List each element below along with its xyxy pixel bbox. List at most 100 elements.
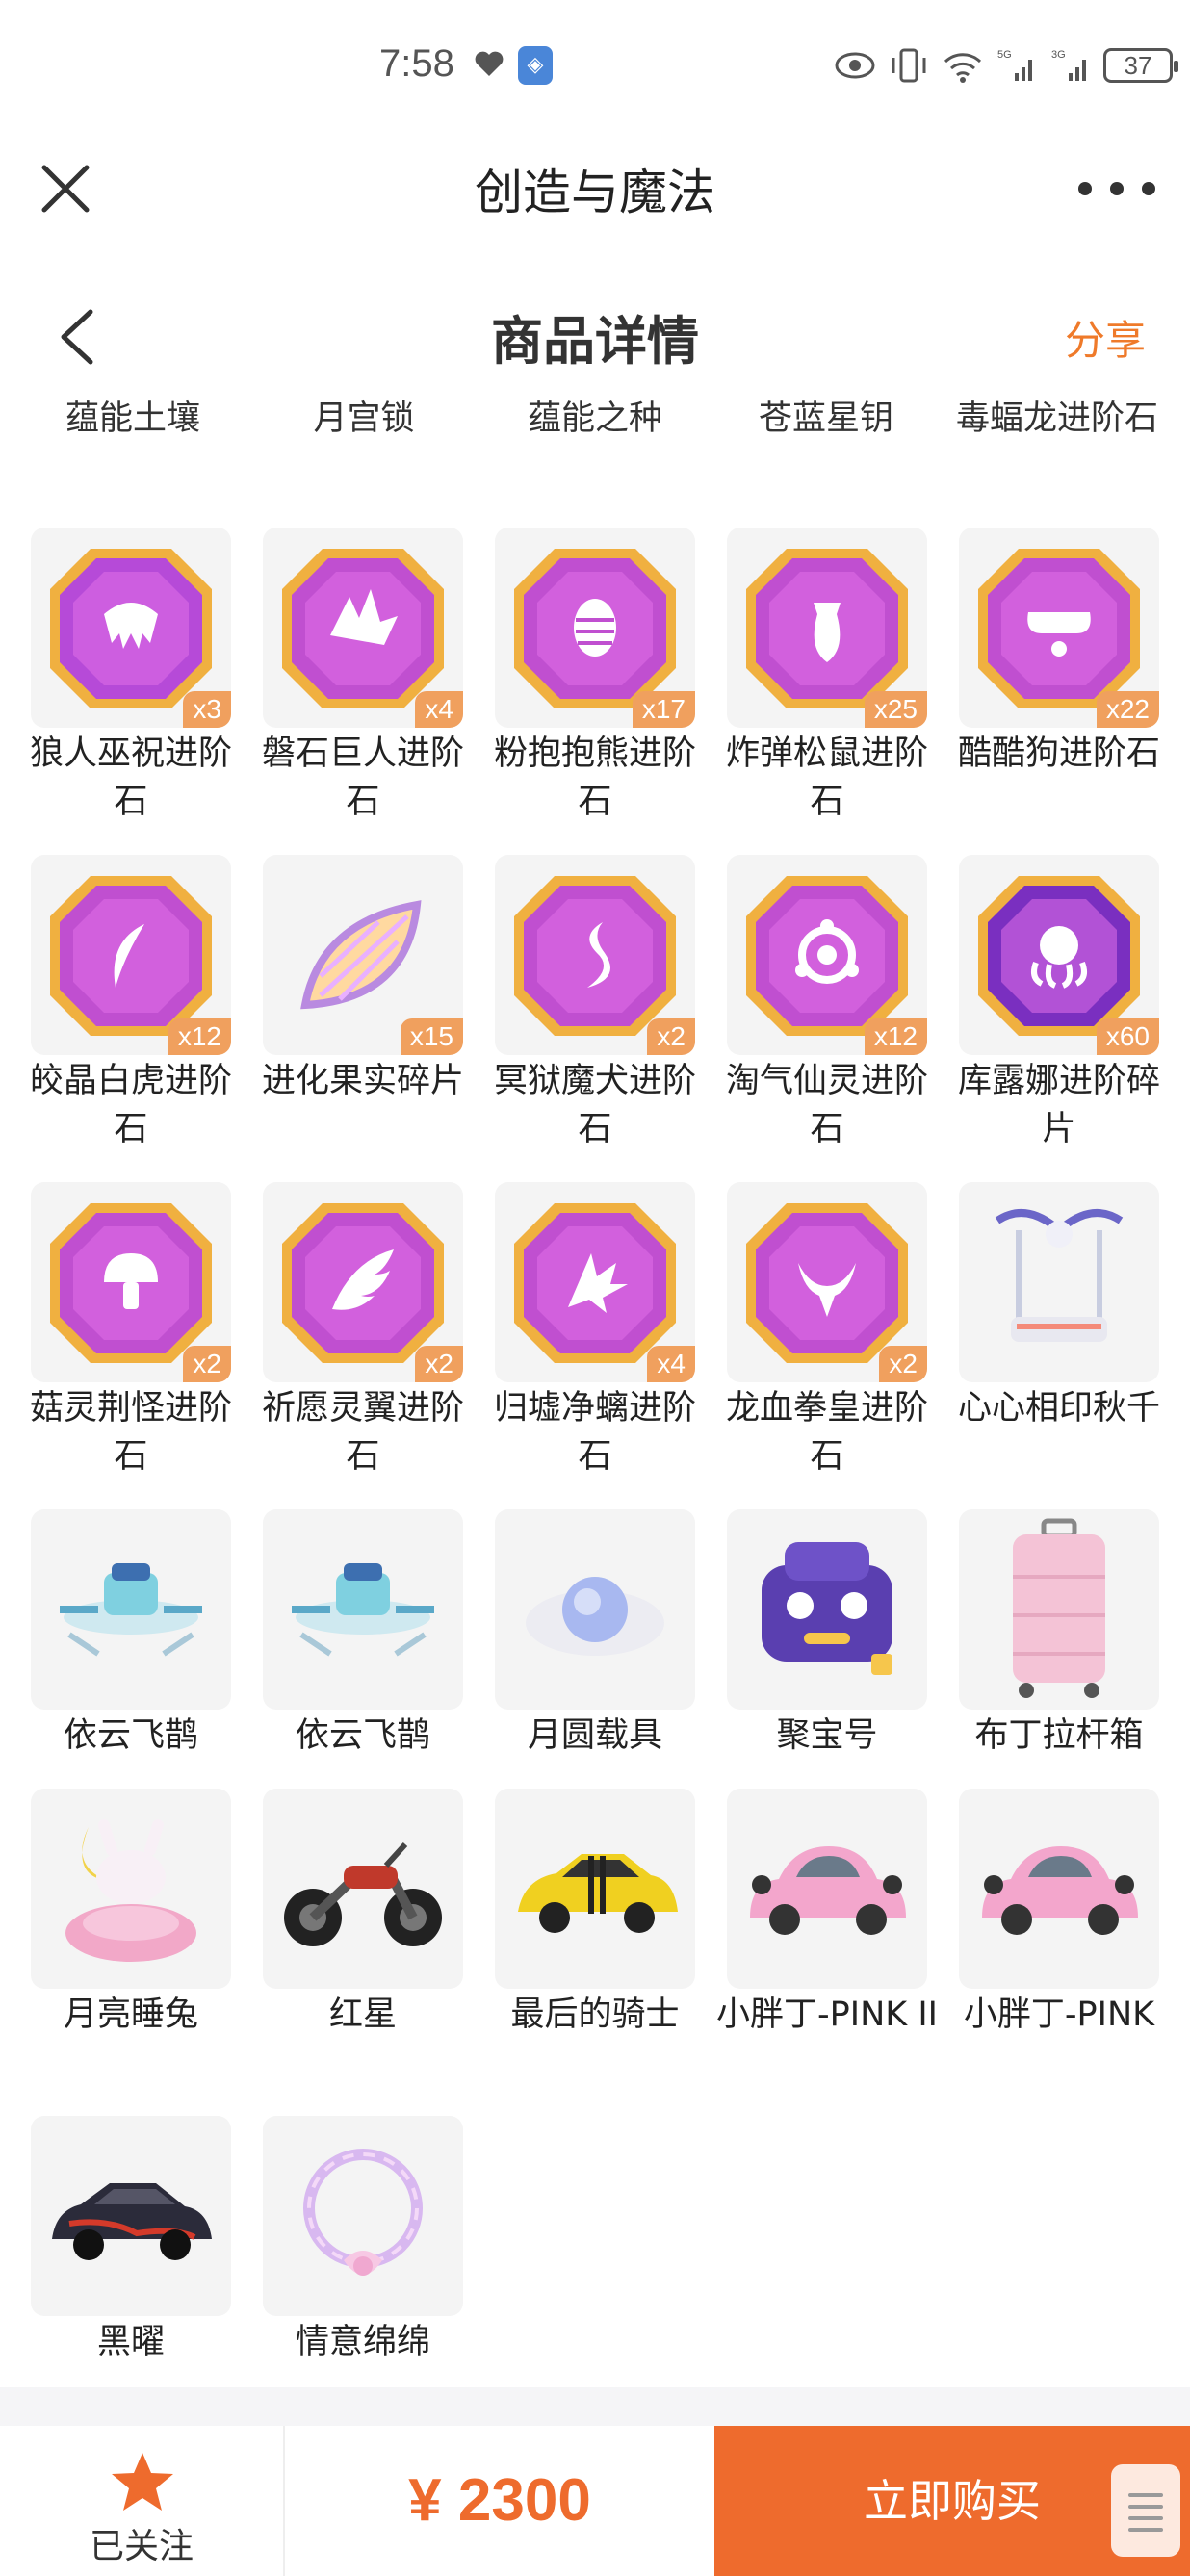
quantity-badge: x2 bbox=[879, 1346, 927, 1382]
item-name: 祈愿灵翼进阶石 bbox=[261, 1389, 464, 1476]
moon-cloud-icon bbox=[495, 1509, 695, 1710]
quantity-badge: x25 bbox=[864, 691, 927, 728]
follow-button[interactable]: 已关注 bbox=[0, 2426, 285, 2576]
item-name: 狼人巫祝进阶石 bbox=[29, 734, 232, 821]
item-name: 进化果实碎片 bbox=[261, 1062, 464, 1100]
fairy-ring-gem-icon: x12 bbox=[727, 855, 927, 1055]
heart-shield-icon bbox=[475, 51, 504, 76]
item-name: 月圆载具 bbox=[527, 1716, 662, 1755]
security-app-icon: ◈ bbox=[518, 46, 553, 85]
goggles-gem-icon: x22 bbox=[959, 528, 1159, 728]
motorcycle-icon bbox=[263, 1789, 463, 1989]
signal-3g-icon: 3G bbox=[1051, 49, 1086, 81]
svg-text:3G: 3G bbox=[1051, 49, 1066, 61]
item-name: 月亮睡兔 bbox=[63, 1996, 198, 2034]
quantity-badge: x2 bbox=[415, 1346, 463, 1382]
item-name: 最后的骑士 bbox=[510, 1996, 680, 2034]
item-name: 菇灵荆怪进阶石 bbox=[29, 1389, 232, 1476]
item-name: 酷酷狗进阶石 bbox=[957, 734, 1160, 773]
item-name: 龙血拳皇进阶石 bbox=[725, 1389, 928, 1476]
item-label[interactable]: 毒蝠龙进阶石 bbox=[942, 395, 1173, 443]
vibrate-icon bbox=[892, 48, 926, 83]
swing-icon bbox=[959, 1182, 1159, 1382]
svg-text:5G: 5G bbox=[997, 49, 1012, 61]
status-time: 7:58 bbox=[379, 42, 454, 85]
item-name: 依云飞鹊 bbox=[63, 1716, 198, 1755]
quantity-badge: x15 bbox=[400, 1018, 463, 1055]
bottom-separator bbox=[0, 2387, 1190, 2426]
item-name: 小胖丁-PINK bbox=[963, 1996, 1155, 2034]
quantity-badge: x4 bbox=[647, 1346, 695, 1382]
quantity-badge: x4 bbox=[415, 691, 463, 728]
item-name: 库露娜进阶碎片 bbox=[957, 1062, 1160, 1148]
wing-gem-icon: x2 bbox=[263, 1182, 463, 1382]
item-name: 黑曜 bbox=[96, 2323, 165, 2361]
item-name: 粉抱抱熊进阶石 bbox=[493, 734, 696, 821]
item-name: 炸弹松鼠进阶石 bbox=[725, 734, 928, 821]
dragon-fin-gem-icon: x4 bbox=[495, 1182, 695, 1382]
item-label[interactable]: 蕴能土壤 bbox=[17, 395, 248, 443]
flying-vehicle-icon bbox=[31, 1509, 231, 1710]
item-name: 心心相印秋千 bbox=[957, 1389, 1160, 1428]
quantity-badge: x17 bbox=[632, 691, 695, 728]
app-title: 创造与魔法 bbox=[475, 165, 715, 220]
yellow-car-icon bbox=[495, 1789, 695, 1989]
follow-label: 已关注 bbox=[89, 2527, 194, 2566]
acorn-gem-icon: x25 bbox=[727, 528, 927, 728]
item-label[interactable]: 苍蓝星钥 bbox=[711, 395, 942, 443]
moon-rabbit-icon bbox=[31, 1789, 231, 1989]
item-label[interactable]: 月宫锁 bbox=[248, 395, 479, 443]
signal-5g-icon: 5G bbox=[997, 49, 1032, 81]
flame-gem-icon: x2 bbox=[495, 855, 695, 1055]
battery-icon: 37 bbox=[1103, 48, 1178, 83]
item-name: 情意绵绵 bbox=[295, 2323, 430, 2361]
item-name: 皎晶白虎进阶石 bbox=[29, 1062, 232, 1148]
suitcase-icon bbox=[959, 1509, 1159, 1710]
drag-handle-icon[interactable] bbox=[1111, 2464, 1180, 2557]
item-name: 聚宝号 bbox=[776, 1716, 878, 1755]
item-label[interactable]: 蕴能之种 bbox=[479, 395, 711, 443]
status-icons: 5G 3G 37 bbox=[834, 39, 1178, 92]
horned-skull-gem-icon: x2 bbox=[727, 1182, 927, 1382]
sub-header: 商品详情 分享 bbox=[0, 287, 1190, 387]
black-car-icon bbox=[31, 2116, 231, 2316]
claw-gem-icon: x12 bbox=[31, 855, 231, 1055]
eye-icon bbox=[835, 52, 875, 79]
star-icon bbox=[112, 2453, 173, 2511]
quantity-badge: x22 bbox=[1096, 691, 1159, 728]
item-name: 磐石巨人进阶石 bbox=[261, 734, 464, 821]
item-name: 布丁拉杆箱 bbox=[974, 1716, 1144, 1755]
bottom-action-bar: 已关注 ¥ 2300 立即购买 bbox=[0, 2426, 1190, 2576]
quantity-badge: x60 bbox=[1096, 1018, 1159, 1055]
wreath-icon bbox=[263, 2116, 463, 2316]
item-name: 淘气仙灵进阶石 bbox=[725, 1062, 928, 1148]
quantity-badge: x3 bbox=[183, 691, 231, 728]
pink-beetle-car-icon bbox=[727, 1789, 927, 1989]
fruit-slice-icon: x15 bbox=[263, 855, 463, 1055]
quantity-badge: x2 bbox=[183, 1346, 231, 1382]
page-title: 商品详情 bbox=[491, 311, 699, 372]
price-label: ¥ 2300 bbox=[408, 2467, 591, 2534]
purple-robot-icon bbox=[727, 1509, 927, 1710]
mushroom-gem-icon: x2 bbox=[31, 1182, 231, 1382]
share-button[interactable]: 分享 bbox=[1065, 308, 1146, 367]
item-name: 红星 bbox=[328, 1996, 397, 2034]
item-name: 冥狱魔犬进阶石 bbox=[493, 1062, 696, 1148]
more-options-button[interactable] bbox=[1078, 166, 1155, 212]
app-header: 创造与魔法 bbox=[0, 135, 1190, 241]
egg-gem-icon: x17 bbox=[495, 528, 695, 728]
item-name: 小胖丁-PINK II bbox=[716, 1996, 938, 2034]
previous-items-labels: 蕴能土壤 月宫锁 蕴能之种 苍蓝星钥 毒蝠龙进阶石 bbox=[17, 395, 1173, 443]
quantity-badge: x12 bbox=[864, 1018, 927, 1055]
flying-vehicle-icon bbox=[263, 1509, 463, 1710]
wifi-icon bbox=[944, 53, 982, 83]
item-name: 归墟净螭进阶石 bbox=[493, 1389, 696, 1476]
pink-beetle-car-icon bbox=[959, 1789, 1159, 1989]
status-bar: 7:58 ◈ 5G 3G 37 bbox=[0, 0, 1190, 135]
quantity-badge: x12 bbox=[168, 1018, 231, 1055]
quantity-badge: x2 bbox=[647, 1018, 695, 1055]
crystal-shard-gem-icon: x4 bbox=[263, 528, 463, 728]
wolf-mask-gem-icon: x3 bbox=[31, 528, 231, 728]
item-name: 依云飞鹊 bbox=[295, 1716, 430, 1755]
octopus-gem-icon: x60 bbox=[959, 855, 1159, 1055]
